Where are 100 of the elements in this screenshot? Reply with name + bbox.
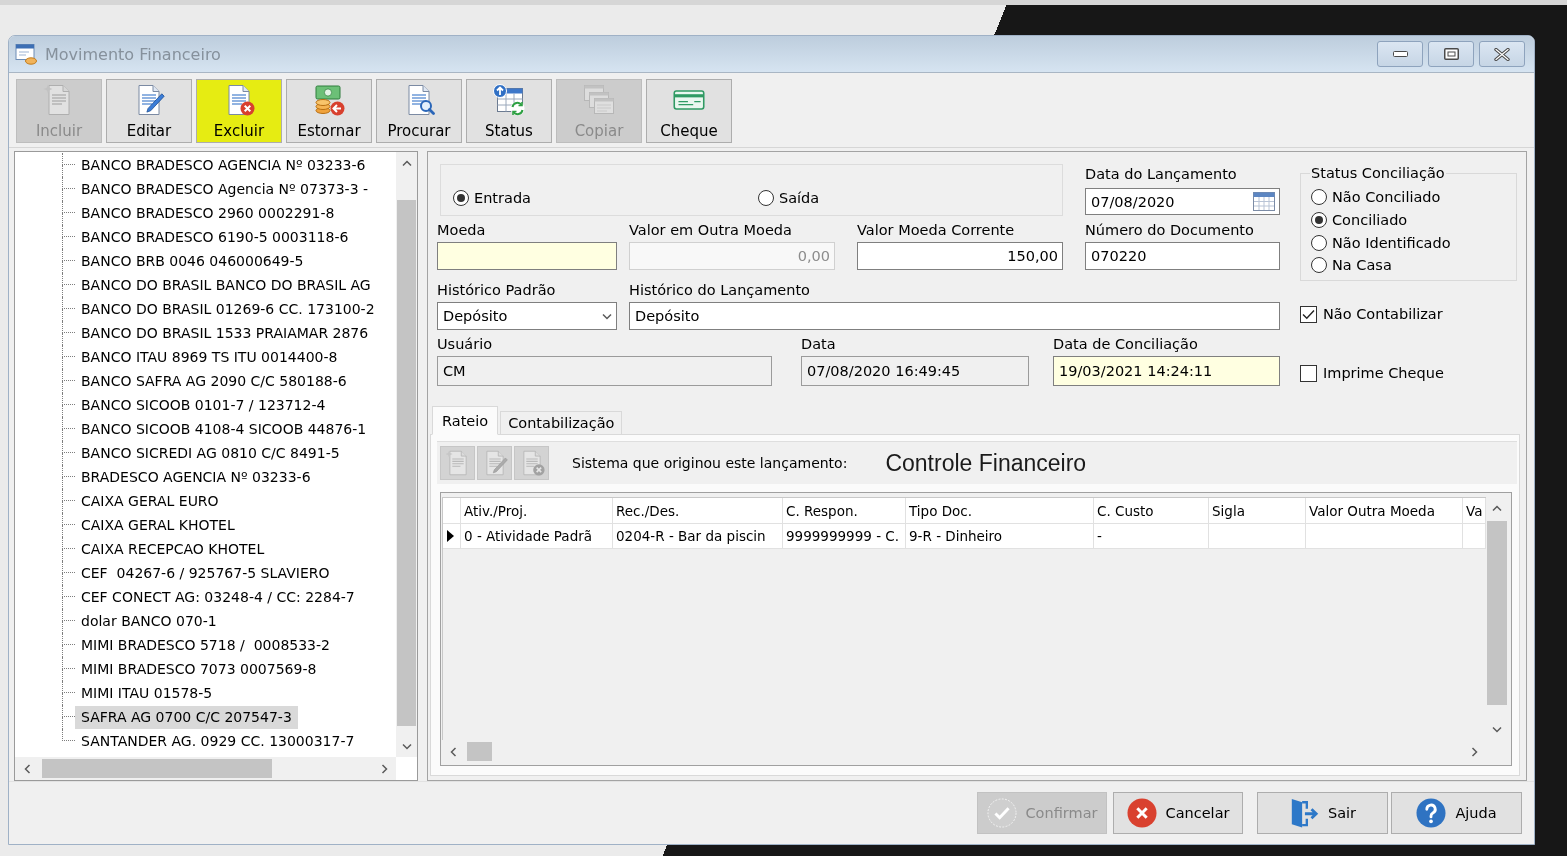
chevron-down-icon[interactable] bbox=[1492, 725, 1502, 733]
minimize-button[interactable] bbox=[1377, 41, 1423, 67]
radio-button[interactable]: Entrada bbox=[453, 188, 531, 208]
tree-item[interactable]: CAIXA RECEPCAO KHOTEL bbox=[75, 537, 271, 561]
field-label: Usuário bbox=[437, 335, 493, 354]
tree-item[interactable]: BANCO DO BRASIL BANCO DO BRASIL AG bbox=[75, 273, 377, 297]
tree-item[interactable]: dolar BANCO 070-1 bbox=[75, 609, 223, 633]
table-cell: 9999999999 - C. bbox=[783, 524, 906, 549]
check-circle-icon bbox=[986, 798, 1017, 828]
tree-item[interactable]: BANCO SICOOB 0101-7 / 123712-4 bbox=[75, 393, 332, 417]
table-cell: 9-R - Dinheiro bbox=[906, 524, 1094, 549]
close-icon bbox=[1494, 47, 1510, 61]
tree-item[interactable]: BANCO DO BRASIL 1533 PRAIAMAR 2876 bbox=[75, 321, 375, 345]
window-title: Movimento Financeiro bbox=[45, 44, 221, 64]
radio-button[interactable]: Não Conciliado bbox=[1311, 187, 1441, 208]
tree-item[interactable]: CEF CONECT AG: 03248-4 / CC: 2284-7 bbox=[75, 585, 361, 609]
chevron-down-icon[interactable] bbox=[401, 742, 412, 750]
input-field[interactable]: 150,00 bbox=[857, 242, 1063, 270]
dropdown-field[interactable]: Depósito bbox=[437, 302, 617, 330]
group-title: Status Conciliação bbox=[1310, 164, 1446, 182]
tree-item[interactable]: BANCO DO BRASIL 01269-6 CC. 173100-2 bbox=[75, 297, 381, 321]
radio-button[interactable]: Conciliado bbox=[1311, 210, 1408, 231]
dialog-button[interactable]: Sair bbox=[1257, 792, 1388, 834]
tree-item[interactable]: CAIXA GERAL KHOTEL bbox=[75, 513, 241, 537]
tree-item[interactable]: SAFRA AG 0700 C/C 207547-3 bbox=[75, 705, 298, 729]
chevron-right-icon[interactable] bbox=[1470, 746, 1478, 757]
horizontal-scrollbar[interactable] bbox=[15, 757, 396, 780]
input-field[interactable]: Depósito bbox=[629, 302, 1280, 330]
tree-item[interactable]: BANCO SAFRA AG 2090 C/C 580188-6 bbox=[75, 369, 353, 393]
table-cell: 0 - Atividade Padrã bbox=[461, 524, 613, 549]
chevron-right-icon[interactable] bbox=[380, 763, 388, 774]
tree-item[interactable]: MIMI ITAU 01578-5 bbox=[75, 681, 219, 705]
close-button[interactable] bbox=[1479, 41, 1525, 67]
tree-item[interactable]: BRADESCO AGENCIA Nº 03233-6 bbox=[75, 465, 317, 489]
tree-item[interactable]: MIMI BRADESCO 7073 0007569-8 bbox=[75, 657, 323, 681]
tree-item[interactable]: CAIXA GERAL EURO bbox=[75, 489, 225, 513]
origin-value: Controle Financeiro bbox=[885, 449, 1087, 477]
input-field[interactable]: 19/03/2021 14:24:11 bbox=[1053, 356, 1280, 386]
toolbar-button[interactable]: Cheque bbox=[646, 79, 732, 143]
date-field[interactable]: 07/08/2020 bbox=[1085, 188, 1280, 215]
tree-item[interactable]: CEF 04267-6 / 925767-5 SLAVIERO bbox=[75, 561, 336, 585]
input-field[interactable] bbox=[437, 242, 617, 270]
stacked-windows-icon bbox=[583, 84, 615, 116]
radio-button[interactable]: Não Identificado bbox=[1311, 232, 1451, 253]
dialog-button[interactable]: Ajuda bbox=[1391, 792, 1522, 834]
field-label: Histórico do Lançamento bbox=[629, 281, 810, 300]
chevron-down-icon[interactable] bbox=[602, 312, 612, 320]
table-refresh-icon bbox=[493, 84, 525, 116]
radio-button[interactable]: Saída bbox=[758, 188, 820, 208]
checkbox[interactable]: Não Contabilizar bbox=[1300, 303, 1443, 325]
field-label: Histórico Padrão bbox=[437, 281, 556, 300]
tree-item[interactable]: SANTANDER AG. 0929 CC. 13000317-7 bbox=[75, 729, 361, 753]
toolbar-button[interactable]: Status bbox=[466, 79, 552, 143]
maximize-button[interactable] bbox=[1428, 41, 1474, 67]
scrollbar-thumb[interactable] bbox=[467, 742, 492, 761]
tree-item[interactable]: BANCO BRB 0046 046000649-5 bbox=[75, 249, 310, 273]
tree-item[interactable]: MIMI BRADESCO 5718 / 0008533-2 bbox=[75, 633, 336, 657]
radio-button[interactable]: Na Casa bbox=[1311, 255, 1392, 276]
x-circle-icon bbox=[1126, 798, 1157, 828]
tree-item[interactable]: BANCO BRADESCO 2960 0002291-8 bbox=[75, 201, 341, 225]
input-field[interactable]: 07/08/2020 16:49:45 bbox=[801, 356, 1029, 386]
scrollbar-thumb[interactable] bbox=[397, 200, 416, 726]
toolbar-button[interactable]: Excluir bbox=[196, 79, 282, 143]
tree-item[interactable]: BANCO ITAU 8969 TS ITU 0014400-8 bbox=[75, 345, 344, 369]
origin-label: Sistema que originou este lançamento: bbox=[572, 455, 848, 471]
tree-item[interactable]: BANCO SICOOB 4108-4 SICOOB 44876-1 bbox=[75, 417, 373, 441]
field-label: Data bbox=[801, 335, 836, 354]
maximize-icon bbox=[1443, 48, 1459, 60]
tree-item[interactable]: BANCO BRADESCO Agencia Nº 07373-3 - bbox=[75, 177, 375, 201]
calendar-icon[interactable] bbox=[1253, 192, 1275, 211]
tab[interactable]: Contabilização bbox=[500, 411, 623, 435]
toolbar-button[interactable]: Procurar bbox=[376, 79, 462, 143]
chevron-left-icon[interactable] bbox=[23, 763, 31, 774]
scrollbar-thumb[interactable] bbox=[42, 759, 272, 778]
field-label: Valor em Outra Moeda bbox=[629, 221, 792, 240]
field-label: Data do Lançamento bbox=[1085, 165, 1237, 184]
chevron-up-icon[interactable] bbox=[401, 159, 412, 167]
vertical-scrollbar[interactable] bbox=[396, 152, 417, 757]
toolbar-button[interactable]: Editar bbox=[106, 79, 192, 143]
banknote-coins-icon bbox=[313, 84, 345, 116]
tree-item[interactable]: BANCO BRADESCO 6190-5 0003118-6 bbox=[75, 225, 355, 249]
chevron-up-icon[interactable] bbox=[1492, 504, 1502, 512]
tab[interactable]: Rateio bbox=[432, 406, 499, 435]
field-label: Valor Moeda Corrente bbox=[857, 221, 1015, 240]
table-cell: - bbox=[1094, 524, 1209, 549]
tree-item[interactable]: BANCO SICREDI AG 0810 C/C 8491-5 bbox=[75, 441, 346, 465]
table-cell: 0204-R - Bar da piscin bbox=[613, 524, 783, 549]
field-label: Moeda bbox=[437, 221, 486, 240]
cheque-icon bbox=[673, 90, 705, 110]
input-field[interactable]: CM bbox=[437, 356, 772, 386]
chevron-left-icon[interactable] bbox=[449, 746, 457, 757]
scrollbar-thumb[interactable] bbox=[1487, 521, 1507, 705]
field-label: Número do Documento bbox=[1085, 221, 1254, 240]
toolbar-button[interactable]: Estornar bbox=[286, 79, 372, 143]
tree-item[interactable]: BANCO BRADESCO AGENCIA Nº 03233-6 bbox=[75, 153, 372, 177]
help-icon bbox=[1416, 798, 1447, 828]
minimize-icon bbox=[1392, 51, 1408, 57]
checkbox[interactable]: Imprime Cheque bbox=[1300, 362, 1444, 384]
input-field[interactable]: 070220 bbox=[1085, 242, 1280, 270]
dialog-button[interactable]: Cancelar bbox=[1113, 792, 1243, 834]
